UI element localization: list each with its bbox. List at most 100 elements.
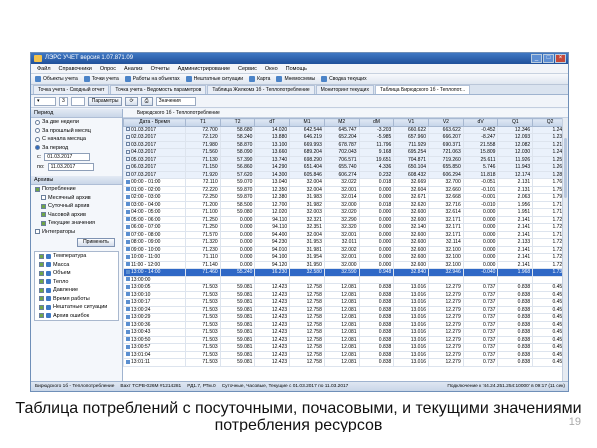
table-row[interactable]: 13:00:17 71.503 59.081 12.423 12.758 12.081 0.… [123, 298, 568, 307]
table-row[interactable]: 07.03.2017 71.920 57.620 14.300 605.846 606.2… [123, 170, 568, 179]
toolbar-button[interactable]: Мнемосхемы [276, 76, 315, 82]
table-row[interactable]: 13:01:04 71.503 59.081 12.423 12.758 12.081 0.… [123, 350, 568, 359]
checkbox[interactable] [39, 253, 44, 259]
document-tab[interactable]: Мониторинг текущих [315, 85, 374, 94]
document-tab[interactable]: Таблица Бирюдского 1б - Теплопот... [374, 85, 471, 94]
radio-button[interactable] [35, 145, 40, 151]
params-button[interactable]: Параметры [87, 96, 123, 106]
expand-icon[interactable] [126, 127, 130, 132]
period-selector[interactable]: ▾ [34, 96, 56, 106]
table-row[interactable]: 05.03.2017 71.130 57.390 13.740 698.290 706.5… [123, 155, 568, 164]
checkbox[interactable] [35, 186, 40, 192]
param-option[interactable]: Архив ошибок [35, 312, 118, 321]
checkbox[interactable] [35, 229, 40, 235]
table-row[interactable]: 04:00 - 05:00 71.100 59.080 12.020 32.003 32.… [123, 208, 568, 217]
column-header[interactable]: T2 [219, 118, 256, 127]
table-row[interactable]: 08:00 - 09:00 71.320 0.000 94.230 31.953 32.0… [123, 238, 568, 247]
checkbox[interactable] [41, 195, 46, 201]
table-row[interactable]: 13:00:24 71.503 59.081 12.423 12.758 12.081 0.… [123, 305, 568, 314]
table-row[interactable]: 03:00 - 04:00 71.200 58.500 12.700 31.982 32.… [123, 200, 568, 209]
checkbox[interactable] [39, 262, 44, 268]
archive-option[interactable]: Месячный архив [31, 194, 122, 203]
radio-button[interactable] [35, 119, 40, 125]
column-header[interactable]: dT [254, 118, 291, 127]
table-row[interactable]: 13:01:11 71.503 59.081 12.423 12.758 12.081 0.… [123, 358, 568, 367]
scrollbar-thumb[interactable] [564, 138, 567, 198]
column-header[interactable]: Дата - Время [123, 118, 186, 127]
document-tab[interactable]: Точка учета - Ведомость параметров [110, 85, 207, 94]
menu-item[interactable]: Файл [37, 64, 51, 73]
table-row[interactable]: 10:00 - 11:00 71.110 0.000 94.100 31.954 32.0… [123, 253, 568, 262]
table-row[interactable]: 13:00:57 71.503 59.081 12.423 12.758 12.081 0.… [123, 343, 568, 352]
document-tab[interactable]: Точка учета - Сводный отчет [33, 85, 110, 94]
period-option[interactable]: За прошлый месяц [31, 127, 122, 136]
param-option[interactable]: Нештатные ситуации [35, 303, 118, 312]
expand-icon[interactable] [126, 142, 130, 147]
table-row[interactable]: 13:00:05 71.503 59.081 12.423 12.758 12.081 0.… [123, 283, 568, 292]
table-row[interactable]: 07:00 - 08:00 71.570 0.000 94.400 32.004 32.0… [123, 230, 568, 239]
menu-item[interactable]: Помощь [286, 64, 307, 73]
radio-button[interactable] [35, 136, 40, 142]
expand-icon[interactable] [126, 149, 130, 154]
close-button[interactable]: × [555, 54, 566, 63]
expand-icon[interactable] [126, 172, 130, 177]
archive-option[interactable]: Потребление [31, 185, 122, 194]
column-header[interactable]: M1 [289, 118, 325, 127]
expand-icon[interactable] [126, 164, 130, 169]
column-header[interactable]: dV [462, 118, 499, 127]
archive-option[interactable]: Часовой архив [31, 211, 122, 220]
column-header[interactable]: T1 [185, 118, 221, 127]
count-field[interactable]: 3 [59, 96, 68, 106]
document-tab[interactable]: Таблица Жилкомз 1б - Теплопотребление [207, 85, 315, 94]
column-header[interactable]: Q1 [497, 118, 534, 127]
period-option[interactable]: С начала месяца [31, 135, 122, 144]
param-option[interactable]: Масса [35, 261, 118, 270]
checkbox[interactable] [39, 279, 44, 285]
param-option[interactable]: Время работы [35, 295, 118, 304]
toolbar-button[interactable]: Точки учета [83, 76, 119, 82]
archive-option[interactable]: Интеграторы [31, 228, 122, 237]
table-row[interactable]: 00:00 - 01:00 72.110 59.070 13.040 32.004 32.… [123, 178, 568, 187]
table-row[interactable]: 09:00 - 10:00 71.230 0.000 94.010 31.981 32.0… [123, 245, 568, 254]
table-row[interactable]: 13:00:36 71.503 59.081 12.423 12.758 12.081 0.… [123, 320, 568, 329]
table-row[interactable]: 13:00:00 [123, 275, 568, 284]
radio-button[interactable] [35, 128, 40, 134]
toolbar-button[interactable]: Нештатные ситуации [185, 76, 243, 82]
column-header[interactable]: dM [358, 118, 395, 127]
table-row[interactable]: 13:00:29 71.503 59.081 12.423 12.758 12.081 0.… [123, 313, 568, 322]
date-from-input[interactable]: 01.03.2017 [44, 153, 91, 161]
param-option[interactable]: Тепло [35, 278, 118, 287]
table-row[interactable]: 13:00:10 71.503 59.081 12.423 12.758 12.081 0.… [123, 290, 568, 299]
checkbox[interactable] [39, 304, 44, 310]
checkbox[interactable] [39, 287, 44, 293]
print-button[interactable]: ⎙ [140, 96, 153, 106]
table-row[interactable]: 02.03.2017 72.120 58.240 13.880 646.219 652.2… [123, 133, 568, 142]
checkbox[interactable] [39, 296, 44, 302]
expand-icon[interactable] [126, 134, 130, 139]
checkbox[interactable] [41, 203, 46, 209]
param-option[interactable]: Объем [35, 269, 118, 278]
expand-icon[interactable] [126, 157, 130, 162]
param-option[interactable]: Температура [35, 252, 118, 261]
menu-item[interactable]: Анализ [124, 64, 143, 73]
menu-item[interactable]: Администрирование [178, 64, 230, 73]
apply-button[interactable]: Применить [77, 238, 115, 247]
column-header[interactable]: M2 [323, 118, 360, 127]
table-row[interactable]: 02:00 - 03:00 72.250 59.870 12.380 31.983 32.… [123, 193, 568, 202]
table-row[interactable]: 05:00 - 06:00 71.250 0.000 94.110 32.321 32.2… [123, 215, 568, 224]
checkbox[interactable] [41, 212, 46, 218]
toolbar-button[interactable]: Объекты учета [35, 76, 78, 82]
column-header[interactable]: V1 [393, 118, 430, 127]
maximize-button[interactable]: □ [543, 54, 554, 63]
table-row[interactable]: 04.03.2017 71.560 58.090 13.660 689.204 702.0… [123, 148, 568, 157]
column-header[interactable]: V2 [428, 118, 464, 127]
archive-option[interactable]: Текущие значения [31, 219, 122, 228]
toolbar-button[interactable]: Сводка текущих [321, 76, 367, 82]
zoom-field[interactable] [70, 96, 85, 106]
table-row[interactable]: 01.03.2017 72.700 58.680 14.020 642.544 645.7… [123, 125, 568, 134]
checkbox[interactable] [41, 220, 46, 226]
menu-item[interactable]: Опрос [100, 64, 116, 73]
table-row[interactable]: 13:00:50 71.503 59.081 12.423 12.758 12.081 0.… [123, 335, 568, 344]
param-option[interactable]: Давление [35, 286, 118, 295]
menu-item[interactable]: Справочники [59, 64, 92, 73]
